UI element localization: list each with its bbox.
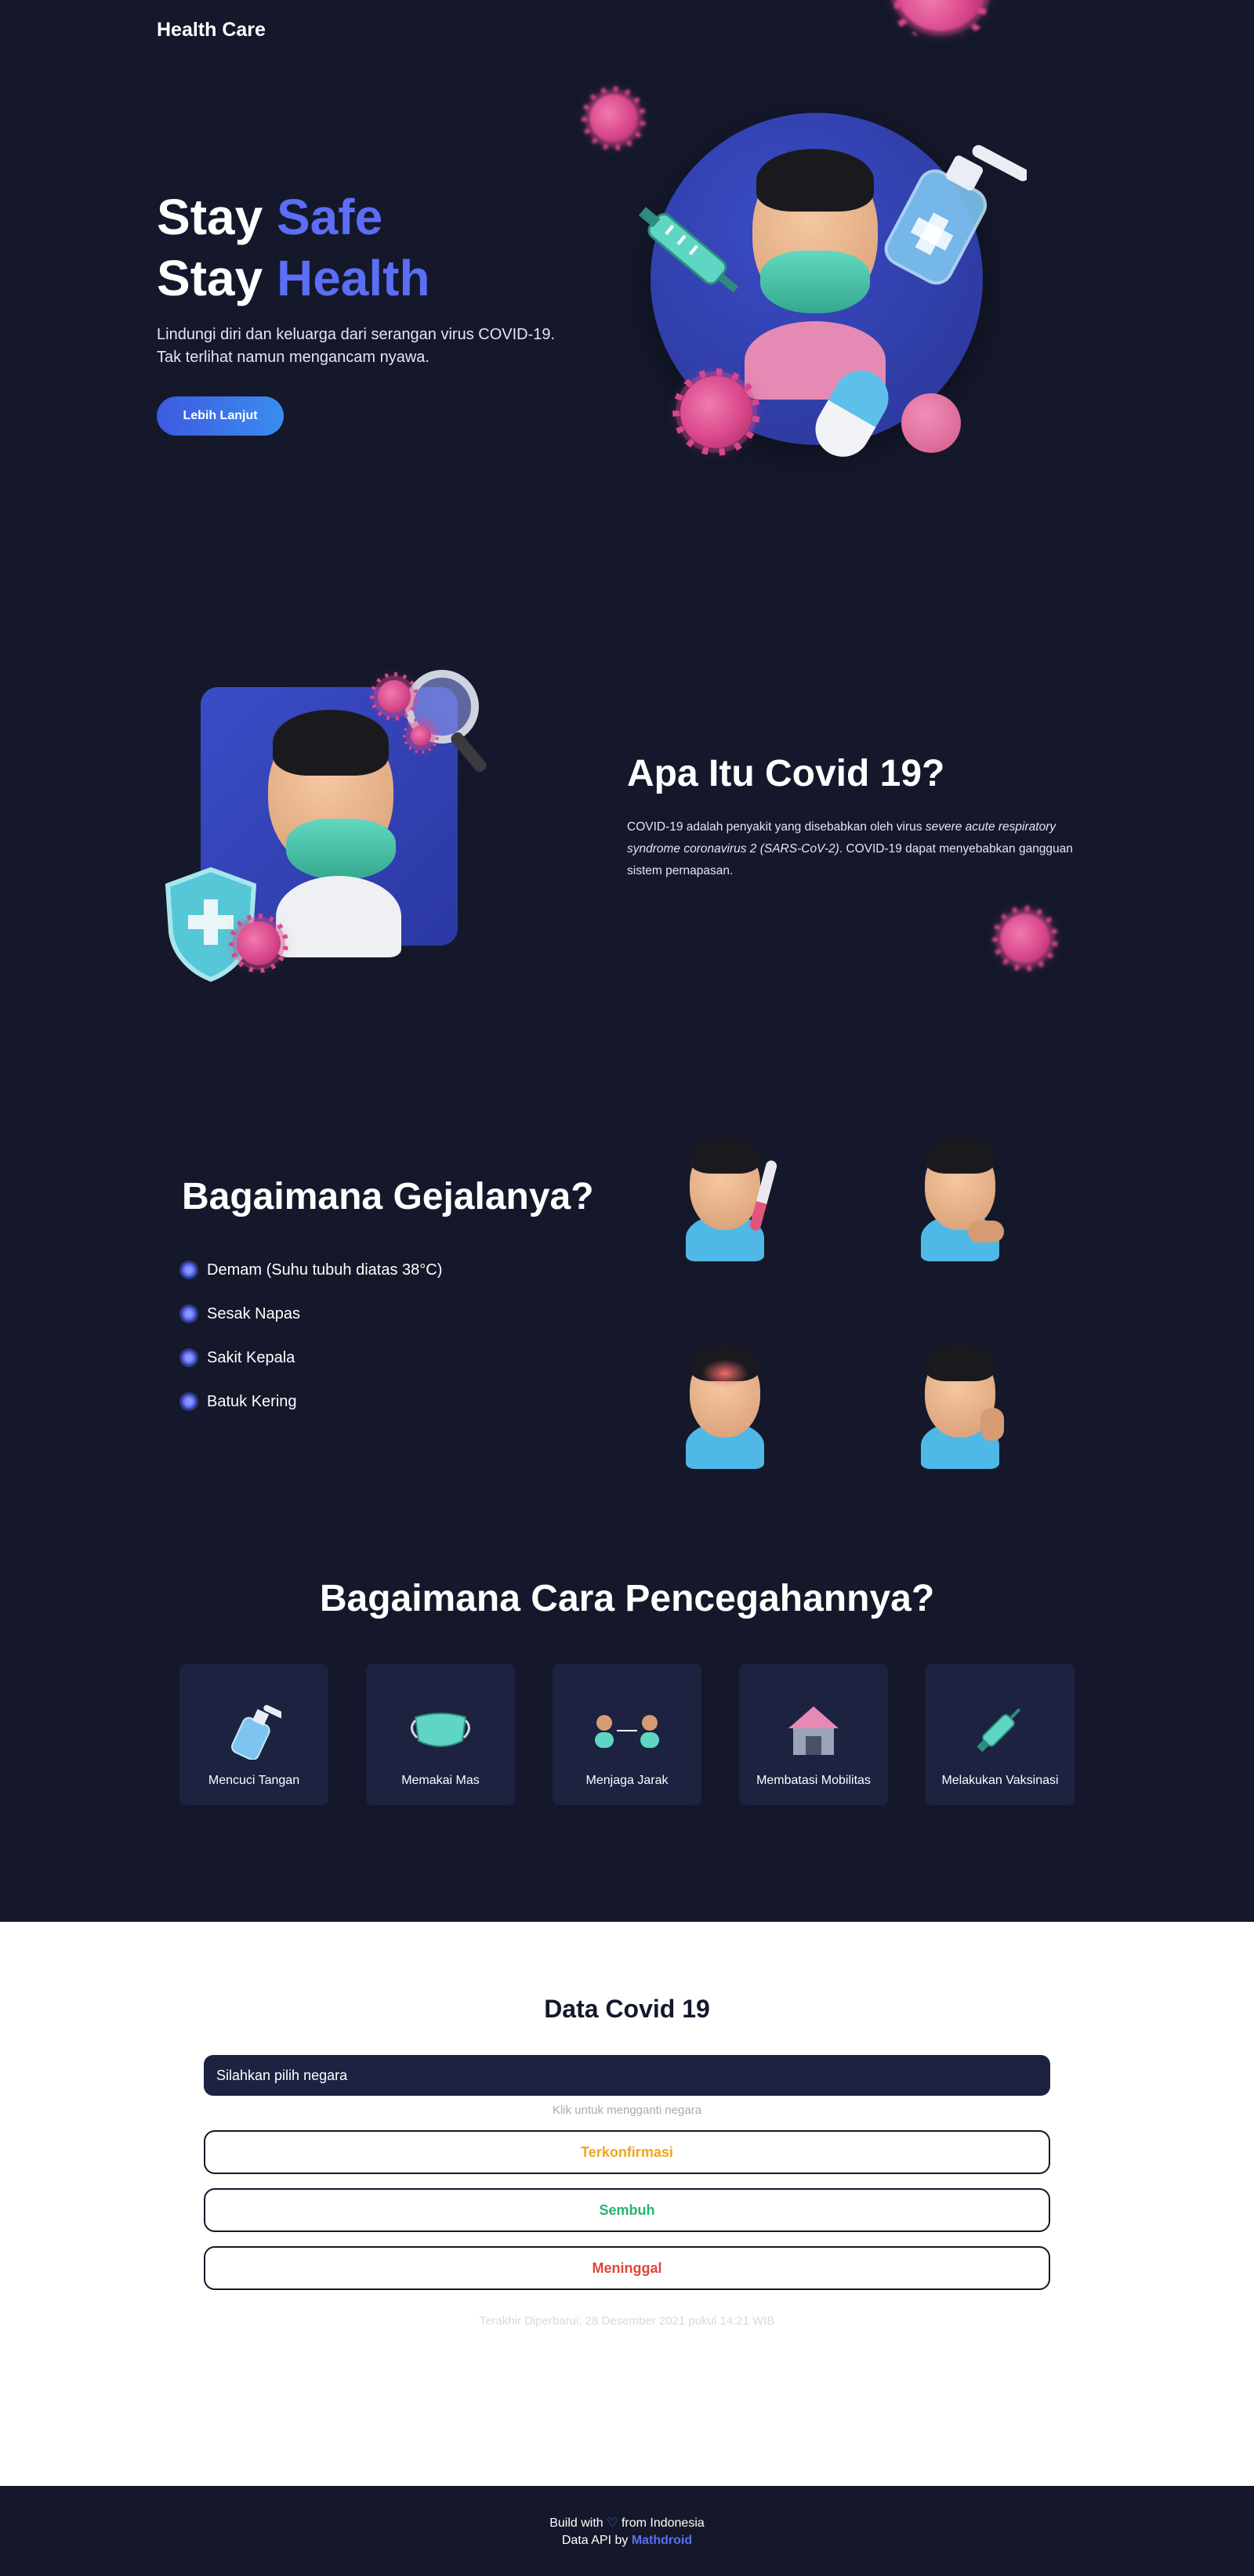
prevention-cards: Mencuci Tangan Memakai Mas Menjaga Jarak… <box>179 1664 1075 1805</box>
face-mask-icon <box>760 251 870 313</box>
hand-sanitizer-icon <box>219 1697 289 1763</box>
prevention-label: Mencuci Tangan <box>208 1774 300 1787</box>
heart-icon: ♡ <box>607 2516 618 2530</box>
confirmed-stat: Terkonfirmasi <box>204 2130 1050 2174</box>
prevention-label: Menjaga Jarak <box>585 1774 669 1787</box>
prevention-title: Bagaimana Cara Pencegahannya? <box>319 1578 935 1619</box>
prevention-card-vaccination[interactable]: Melakukan Vaksinasi <box>926 1664 1075 1805</box>
virus-icon-shield <box>237 921 281 965</box>
hero-illustration <box>619 110 1042 470</box>
footer-build-line: Build with ♡ from Indonesia <box>549 2515 705 2531</box>
hand-sanitizer-icon <box>884 145 1027 285</box>
footer-api-prefix: Data API by <box>561 2533 629 2547</box>
prevention-card-limit-mobility[interactable]: Membatasi Mobilitas <box>739 1664 888 1805</box>
symptom-label: Sesak Napas <box>207 1304 300 1322</box>
footer-build-prefix: Build with <box>549 2516 603 2530</box>
mathdroid-link[interactable]: Mathdroid <box>632 2534 692 2547</box>
footer: Build with ♡ from Indonesia Data API by … <box>0 2486 1254 2576</box>
symptom-item: Sesak Napas <box>182 1292 442 1336</box>
virus-bullet-icon <box>182 1263 196 1277</box>
recovered-stat: Sembuh <box>204 2188 1050 2232</box>
symptoms-list: Demam (Suhu tubuh diatas 38°C) Sesak Nap… <box>182 1248 442 1424</box>
hero-line2-accent: Health <box>276 250 430 306</box>
syringe-icon <box>638 207 739 293</box>
page: Health Care Stay Safe Stay Health Lindun… <box>0 0 1254 2576</box>
hero-description: Lindungi diri dan keluarga dari serangan… <box>157 324 564 369</box>
hero-line1-word: Stay <box>157 189 263 245</box>
hero-line2-word: Stay <box>157 250 263 306</box>
virus-bullet-icon <box>182 1395 196 1409</box>
hero-avatar-hair <box>756 149 874 212</box>
virus-decoration-top <box>893 0 988 31</box>
figure-hair <box>690 1138 759 1174</box>
country-select-hint: Klik untuk mengganti negara <box>552 2104 702 2117</box>
symptom-label: Demam (Suhu tubuh diatas 38°C) <box>207 1261 443 1279</box>
doctor-coat <box>276 876 401 957</box>
doctor-avatar-hair <box>273 710 389 776</box>
hero-description-line1: Lindungi diri dan keluarga dari serangan… <box>157 326 556 343</box>
footer-build-suffix: from Indonesia <box>621 2516 705 2530</box>
magnifier-icon <box>405 670 487 772</box>
house-icon <box>778 1697 849 1763</box>
hero-title: Stay Safe Stay Health <box>157 186 430 309</box>
virus-decoration-about <box>1000 914 1050 964</box>
prevention-card-wear-mask[interactable]: Memakai Mas <box>366 1664 515 1805</box>
brand-logo[interactable]: Health Care <box>157 19 266 42</box>
cough-hand-icon <box>980 1408 1004 1441</box>
deaths-stat: Meninggal <box>204 2246 1050 2290</box>
footer-api-line: Data API by Mathdroid <box>562 2534 692 2548</box>
last-updated: Terakhir Diperbarui: 28 Desember 2021 pu… <box>479 2314 775 2328</box>
hero-line1-accent: Safe <box>276 189 383 245</box>
virus-bullet-icon <box>182 1351 196 1365</box>
symptom-label: Sakit Kepala <box>207 1348 295 1366</box>
figure-hair <box>926 1138 995 1174</box>
symptom-item: Batuk Kering <box>182 1380 442 1424</box>
about-description: COVID-19 adalah penyakit yang disebabkan… <box>627 816 1082 882</box>
prevention-card-keep-distance[interactable]: Menjaga Jarak <box>553 1664 701 1805</box>
virus-bullet-icon <box>182 1307 196 1321</box>
syringe-icon <box>965 1697 1035 1763</box>
tablet-pill-icon <box>901 393 961 453</box>
symptoms-title: Bagaimana Gejalanya? <box>182 1176 594 1217</box>
symptom-item: Sakit Kepala <box>182 1336 442 1380</box>
learn-more-button[interactable]: Lebih Lanjut <box>157 396 284 436</box>
symptom-label: Batuk Kering <box>207 1392 297 1410</box>
pain-glow-icon <box>701 1359 748 1387</box>
country-select[interactable]: Silahkan pilih negara <box>204 2055 1050 2096</box>
figure-hair <box>926 1345 995 1381</box>
shortness-of-breath-figure <box>905 1128 1031 1269</box>
covid-data-section: Data Covid 19 Silahkan pilih negara Klik… <box>0 1922 1254 2486</box>
prevention-card-wash-hands[interactable]: Mencuci Tangan <box>179 1664 328 1805</box>
prevention-label: Membatasi Mobilitas <box>756 1774 871 1787</box>
prevention-label: Melakukan Vaksinasi <box>941 1774 1059 1787</box>
headache-figure <box>670 1336 796 1477</box>
face-mask-icon <box>405 1697 476 1763</box>
doctor-face-mask-icon <box>286 819 396 880</box>
virus-icon-magnifier-small <box>411 725 431 746</box>
dry-cough-figure <box>905 1336 1031 1477</box>
about-title: Apa Itu Covid 19? <box>627 753 945 794</box>
social-distance-icon <box>592 1697 662 1763</box>
symptom-item: Demam (Suhu tubuh diatas 38°C) <box>182 1248 442 1292</box>
fever-figure <box>670 1128 796 1269</box>
about-desc-start: COVID-19 adalah penyakit yang disebabkan… <box>627 820 926 834</box>
virus-icon <box>680 376 752 448</box>
hand-chest-icon <box>968 1221 1004 1243</box>
virus-icon-magnifier <box>378 680 411 713</box>
data-title: Data Covid 19 <box>544 1995 710 2023</box>
prevention-label: Memakai Mas <box>401 1774 480 1787</box>
hero-description-line2: Tak terlihat namun mengancam nyawa. <box>157 349 429 366</box>
